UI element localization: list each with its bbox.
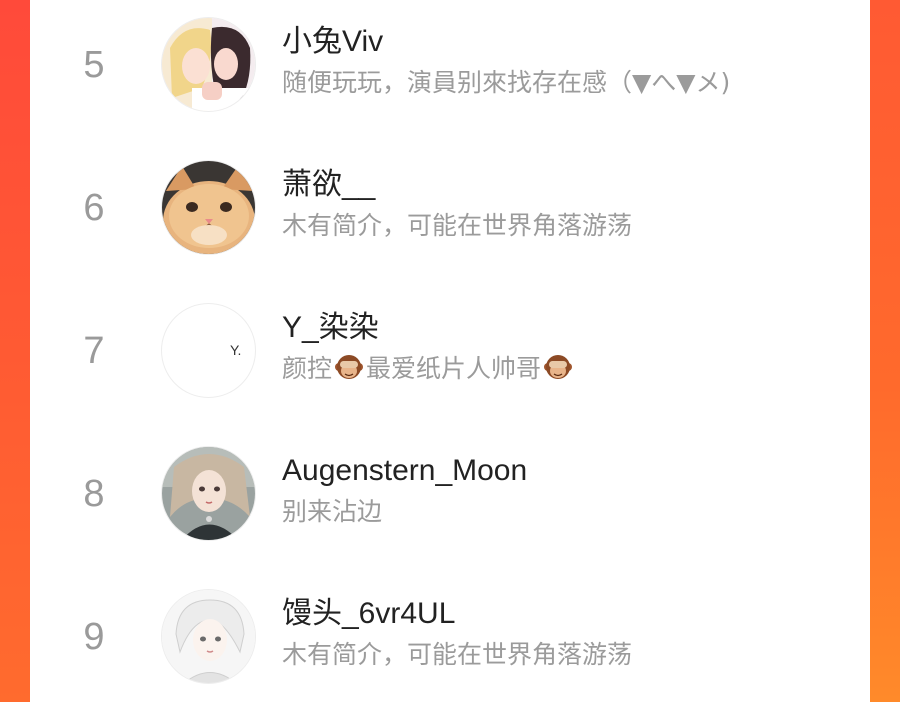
- rank-number: 9: [83, 616, 105, 658]
- rank-number: 8: [83, 473, 105, 515]
- text-avatar-icon[interactable]: Y.: [161, 303, 256, 398]
- user-bio: 木有简介，可能在世界角落游荡: [282, 640, 633, 669]
- username[interactable]: Y_染染: [282, 308, 379, 348]
- cat-avatar-icon[interactable]: [161, 160, 256, 255]
- user-bio: 木有简介，可能在世界角落游荡: [282, 211, 633, 240]
- user-bio: 别来沾边: [282, 497, 383, 526]
- username[interactable]: 馒头_6vr4UL: [282, 594, 455, 634]
- left-gradient-border: [0, 0, 30, 702]
- list-item-rank-7[interactable]: 7 Y. Y_染染 颜控 最爱纸片人帅哥: [30, 286, 870, 416]
- rank-number: 6: [83, 187, 105, 229]
- list-item-rank-8[interactable]: 8 Augenstern_Moon 别来沾边: [30, 429, 870, 559]
- white-hair-boy-avatar-icon[interactable]: [161, 589, 256, 684]
- username[interactable]: 萧欲__: [282, 165, 375, 205]
- list-item-rank-6[interactable]: 6 萧欲__ 木有简介，可能在世界角落游荡: [30, 143, 870, 273]
- anime-couple-avatar-icon[interactable]: [161, 17, 256, 112]
- user-bio: 随便玩玩，演員别來找存在感（▼へ▼メ): [282, 68, 731, 97]
- list-item-rank-9[interactable]: 9 馒头_6vr4UL 木有简介，可能在世界角落游荡: [30, 572, 870, 702]
- username[interactable]: Augenstern_Moon: [282, 451, 527, 491]
- ranking-list: 5 小兔Viv 随便玩玩，演員别來找存在感（▼へ▼メ) 6 萧欲__ 木有简介，…: [30, 0, 870, 702]
- avatar-text: Y.: [230, 342, 242, 358]
- rank-number: 7: [83, 330, 105, 372]
- rank-number: 5: [83, 44, 105, 86]
- username[interactable]: 小兔Viv: [282, 22, 383, 62]
- user-bio: 颜控 最爱纸片人帅哥: [282, 352, 575, 386]
- list-item-rank-5[interactable]: 5 小兔Viv 随便玩玩，演員别來找存在感（▼へ▼メ): [30, 0, 870, 130]
- illustrated-girl-avatar-icon[interactable]: [161, 446, 256, 541]
- bio-text-part-2: 最爱纸片人帅哥: [366, 354, 542, 383]
- see-no-evil-monkey-icon: [334, 352, 364, 382]
- see-no-evil-monkey-icon: [543, 352, 573, 382]
- bio-text-part-1: 颜控: [282, 354, 333, 383]
- right-gradient-border: [870, 0, 900, 702]
